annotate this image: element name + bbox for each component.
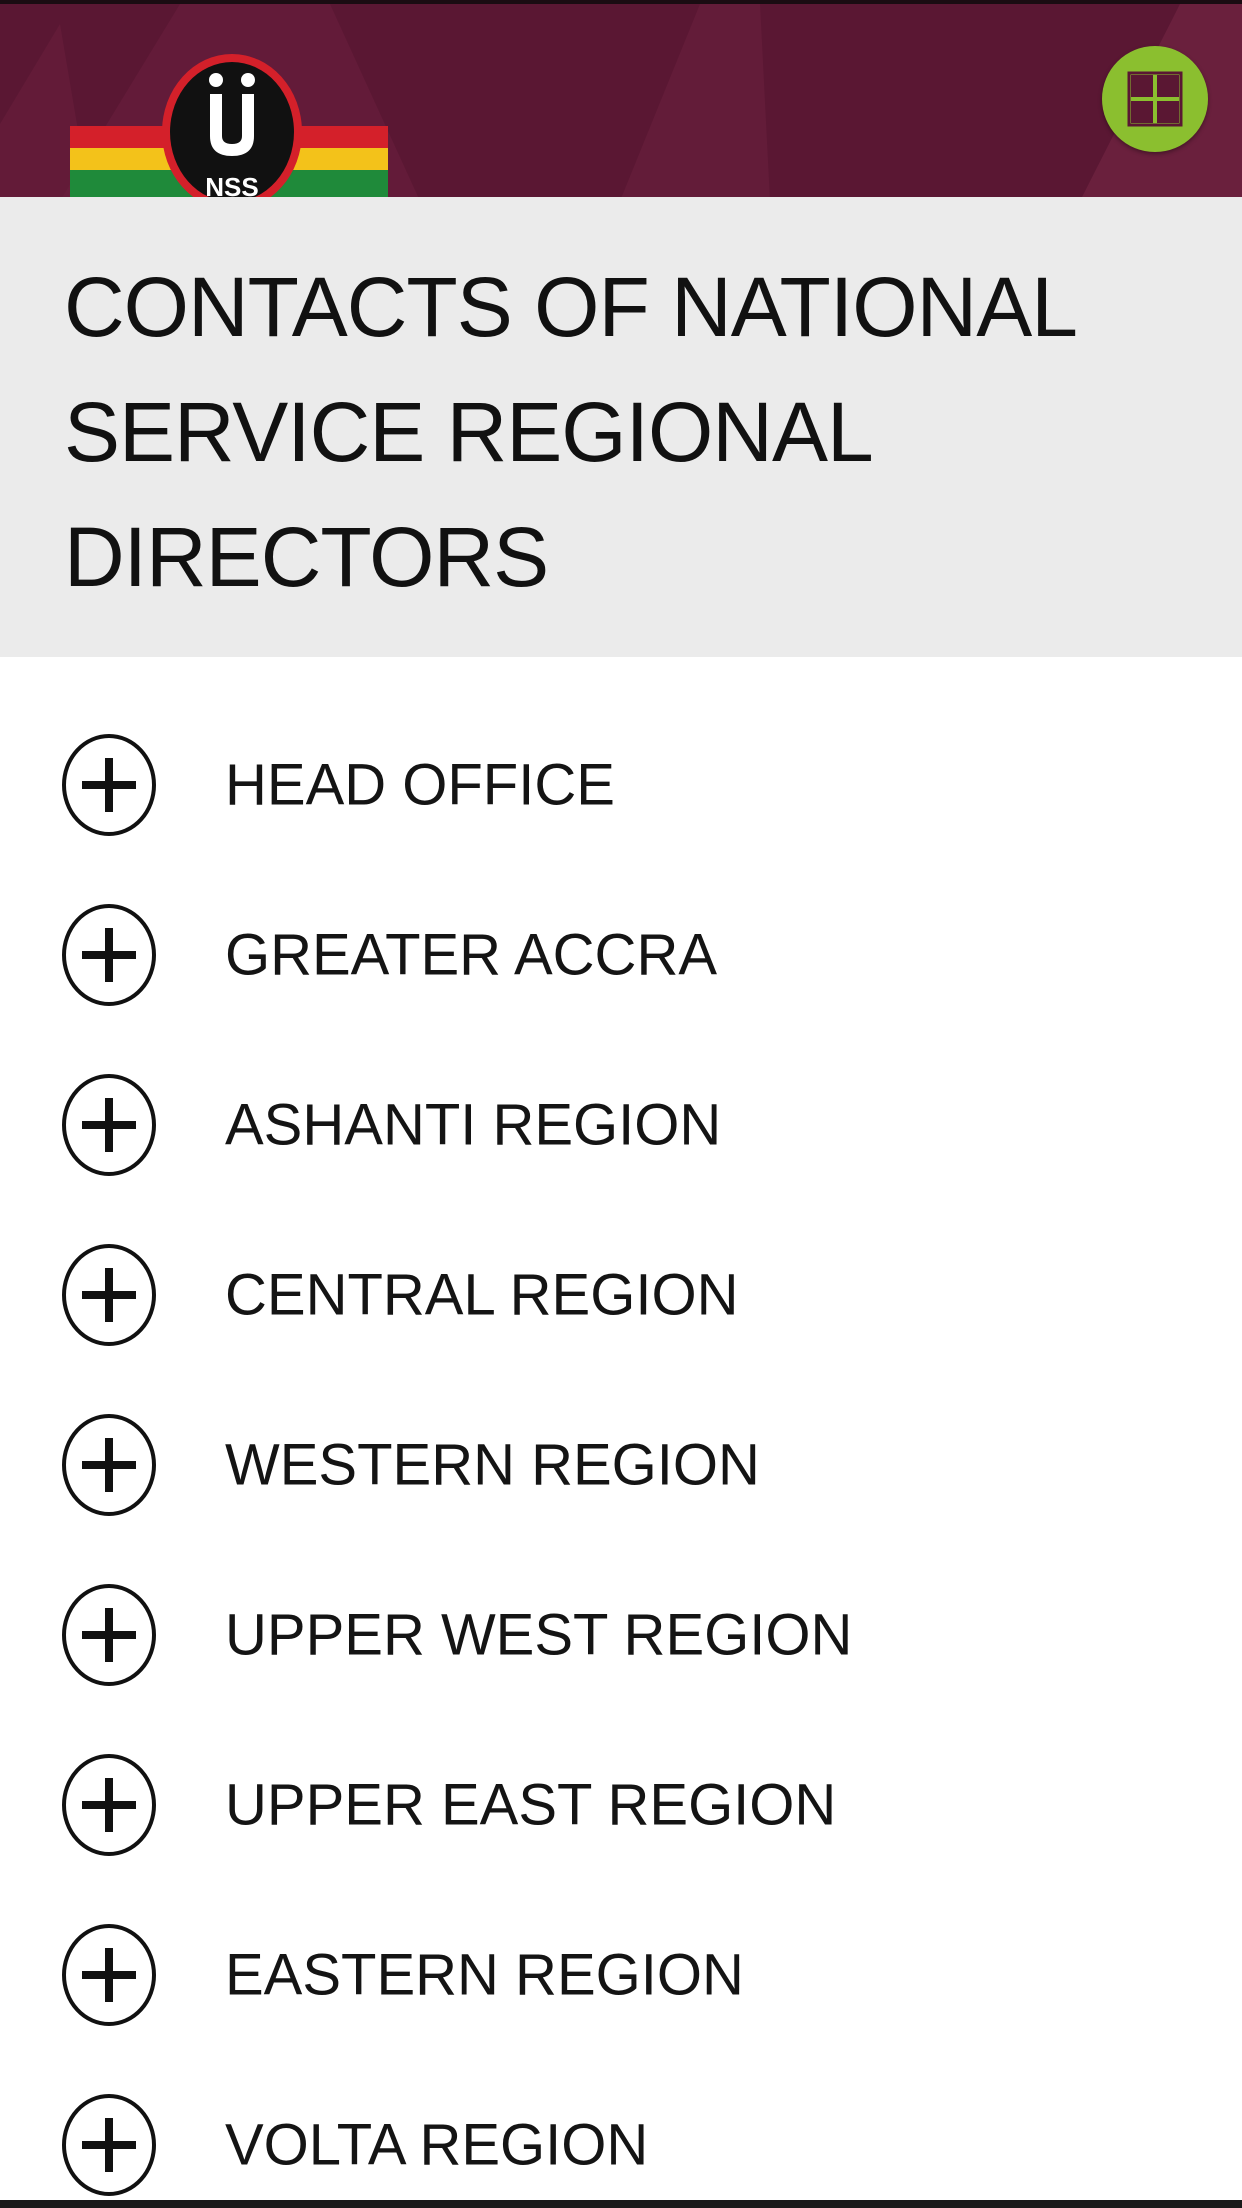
list-item-label: WESTERN REGION xyxy=(225,1432,760,1498)
plus-circle-icon[interactable] xyxy=(60,1582,158,1688)
nss-logo[interactable]: NSS xyxy=(70,44,388,197)
title-section: CONTACTS OF NATIONAL SERVICE REGIONAL DI… xyxy=(0,197,1242,657)
plus-circle-icon[interactable] xyxy=(60,902,158,1008)
app-header: NSS xyxy=(0,0,1242,197)
list-item-label: CENTRAL REGION xyxy=(225,1262,739,1328)
plus-circle-icon[interactable] xyxy=(60,1922,158,2028)
page-title: CONTACTS OF NATIONAL SERVICE REGIONAL DI… xyxy=(64,260,1075,604)
list-item-label: ASHANTI REGION xyxy=(225,1092,722,1158)
app-screen: NSS CONTACTS OF NATIONAL SERVICE REGIONA… xyxy=(0,0,1242,2208)
logo-text: NSS xyxy=(205,172,258,197)
menu-grid-button[interactable] xyxy=(1102,46,1208,152)
list-item-ashanti-region[interactable]: ASHANTI REGION xyxy=(0,1040,1242,1210)
list-item-eastern-region[interactable]: EASTERN REGION xyxy=(0,1890,1242,2060)
list-item-western-region[interactable]: WESTERN REGION xyxy=(0,1380,1242,1550)
plus-circle-icon[interactable] xyxy=(60,1752,158,1858)
plus-circle-icon[interactable] xyxy=(60,1412,158,1518)
grid-icon xyxy=(1127,71,1183,127)
plus-circle-icon[interactable] xyxy=(60,2092,158,2198)
list-item-label: VOLTA REGION xyxy=(225,2112,649,2178)
bottom-edge-bar xyxy=(0,2200,1242,2208)
list-item-label: UPPER WEST REGION xyxy=(225,1602,853,1668)
region-list: HEAD OFFICE GREATER ACCRA ASHANTI REGION… xyxy=(0,700,1242,2208)
list-item-head-office[interactable]: HEAD OFFICE xyxy=(0,700,1242,870)
list-item-upper-east-region[interactable]: UPPER EAST REGION xyxy=(0,1720,1242,1890)
list-item-label: HEAD OFFICE xyxy=(225,752,615,818)
list-item-greater-accra[interactable]: GREATER ACCRA xyxy=(0,870,1242,1040)
list-item-label: GREATER ACCRA xyxy=(225,922,718,988)
plus-circle-icon[interactable] xyxy=(60,1072,158,1178)
list-item-upper-west-region[interactable]: UPPER WEST REGION xyxy=(0,1550,1242,1720)
list-item-label: EASTERN REGION xyxy=(225,1942,744,2008)
list-item-volta-region[interactable]: VOLTA REGION xyxy=(0,2060,1242,2208)
list-item-central-region[interactable]: CENTRAL REGION xyxy=(0,1210,1242,1380)
plus-circle-icon[interactable] xyxy=(60,1242,158,1348)
plus-circle-icon[interactable] xyxy=(60,732,158,838)
list-item-label: UPPER EAST REGION xyxy=(225,1772,837,1838)
nss-logo-icon: NSS xyxy=(70,54,388,197)
